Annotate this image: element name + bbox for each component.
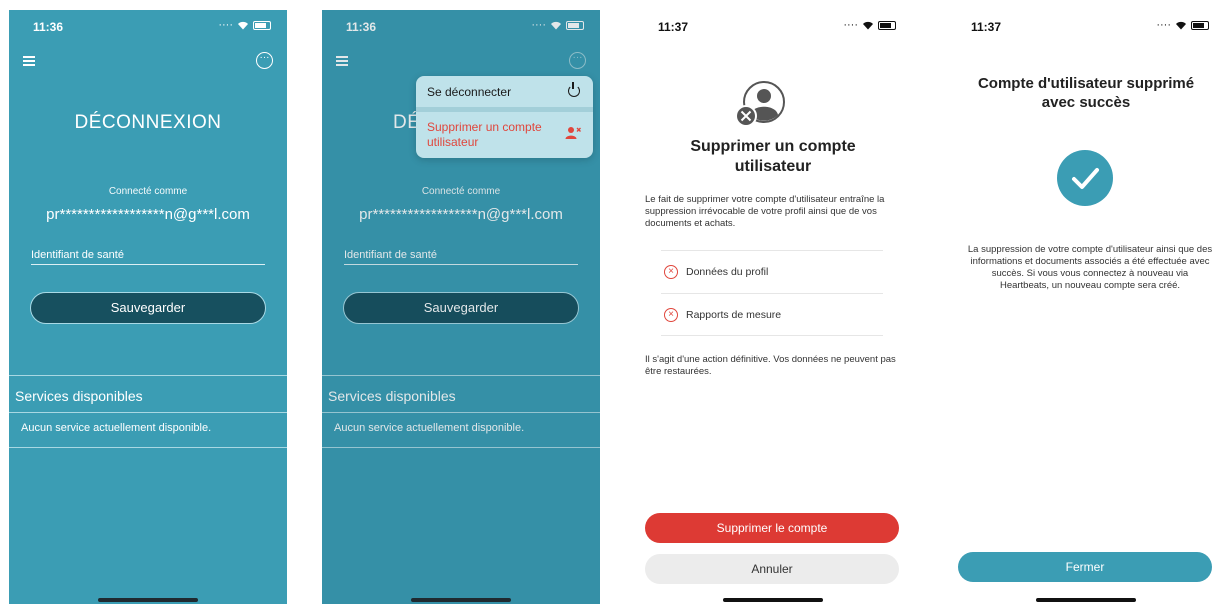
menu-icon[interactable]: [23, 56, 35, 66]
services-title: Services disponibles: [15, 388, 143, 404]
health-id-field[interactable]: Identifiant de santé: [31, 249, 265, 265]
battery-icon: [253, 20, 271, 30]
cancel-button[interactable]: Annuler: [645, 554, 899, 584]
logout-screen-menu-open: 11:36 ···· ··· DÉ Connecté comme pr*****…: [322, 10, 600, 604]
status-bar: 11:36 ····: [9, 10, 287, 44]
delete-account-screen: 11:37 ···· Supprimer un compte utilisate…: [634, 10, 912, 604]
menu-item-delete-account[interactable]: Supprimer un compte utilisateur: [416, 112, 593, 158]
status-time: 11:37: [971, 20, 1002, 34]
status-icons: ····: [843, 19, 896, 31]
home-indicator: [1036, 598, 1136, 602]
final-warning: Il s'agit d'une action définitive. Vos d…: [645, 354, 896, 377]
list-item-label: Rapports de mesure: [686, 309, 782, 321]
home-indicator: [411, 598, 511, 602]
connected-as-label: Connecté comme: [108, 186, 188, 197]
user-remove-icon: [565, 127, 581, 139]
list-item-label: Données du profil: [686, 266, 769, 278]
page-title: DÉCONNEXION: [74, 112, 222, 133]
list-item: × Rapports de mesure: [661, 293, 883, 336]
menu-item-label: Se déconnecter: [427, 85, 512, 99]
overflow-menu: Se déconnecter Supprimer un compte utili…: [416, 76, 593, 158]
close-button[interactable]: Fermer: [958, 552, 1212, 582]
delete-success-screen: 11:37 ···· Compte d'utilisateur supprimé…: [947, 10, 1212, 604]
status-time: 11:37: [658, 20, 689, 34]
app-bar: ···: [9, 44, 287, 78]
x-circle-icon: ×: [664, 265, 678, 279]
battery-icon: [878, 20, 896, 30]
more-icon[interactable]: ···: [256, 52, 273, 69]
delete-description: Le fait de supprimer votre compte d'util…: [645, 194, 885, 229]
status-icons: ····: [1156, 19, 1209, 31]
list-item: × Données du profil: [661, 250, 883, 293]
x-circle-icon: ×: [664, 308, 678, 322]
page-title: Supprimer un compte utilisateur: [690, 138, 856, 175]
status-time: 11:36: [33, 20, 64, 34]
page-title: Compte d'utilisateur supprimé avec succè…: [977, 75, 1195, 111]
signal-icon: ····: [843, 19, 858, 31]
status-bar: 11:37 ····: [947, 10, 1212, 44]
user-remove-avatar-icon: [735, 81, 785, 127]
menu-item-logout[interactable]: Se déconnecter: [416, 76, 593, 107]
status-bar: 11:37 ····: [634, 10, 912, 44]
success-description: La suppression de votre compte d'utilisa…: [967, 244, 1212, 291]
signal-icon: ····: [1156, 19, 1171, 31]
delete-account-button[interactable]: Supprimer le compte: [645, 513, 899, 543]
wifi-icon: [863, 21, 873, 29]
checkmark-icon: [1057, 150, 1113, 206]
status-icons: ····: [218, 19, 271, 31]
save-button[interactable]: Sauvegarder: [30, 292, 266, 324]
menu-item-label: Supprimer un compte utilisateur: [427, 120, 542, 149]
home-indicator: [98, 598, 198, 602]
battery-icon: [1191, 20, 1209, 30]
divider: [9, 447, 287, 448]
signal-icon: ····: [218, 19, 233, 31]
divider: [9, 375, 287, 376]
services-empty-text: Aucun service actuellement disponible.: [21, 422, 212, 434]
home-indicator: [723, 598, 823, 602]
wifi-icon: [1176, 21, 1186, 29]
account-email: pr******************n@g***l.com: [46, 206, 250, 223]
wifi-icon: [238, 21, 248, 29]
power-icon: [568, 82, 580, 97]
divider: [9, 412, 287, 413]
logout-screen: 11:36 ···· ··· DÉCONNEXION Connecté comm…: [9, 10, 287, 604]
